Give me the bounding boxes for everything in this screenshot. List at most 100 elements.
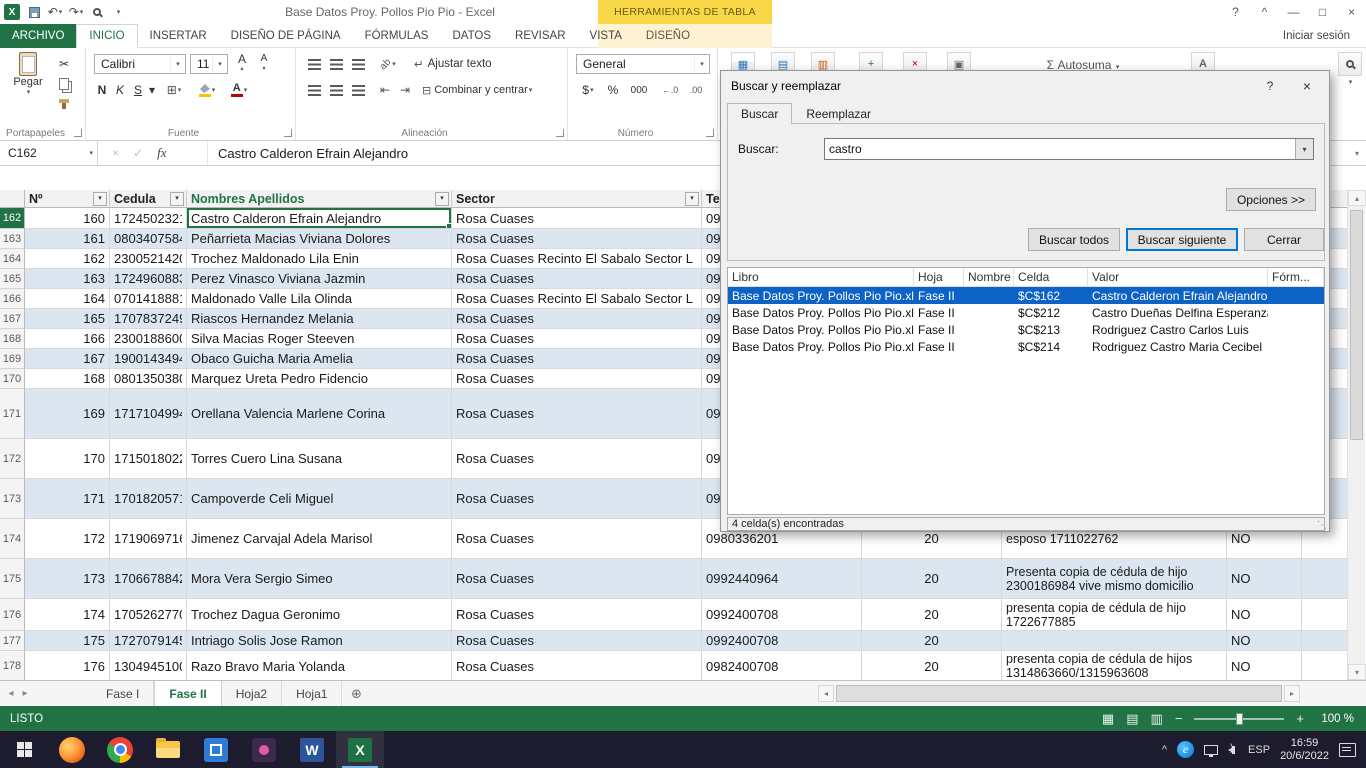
filter-dropdown-icon[interactable]: ▾ (435, 192, 449, 206)
taskbar-clock[interactable]: 16:59 20/6/2022 (1280, 737, 1329, 763)
wrap-text-button[interactable]: ↵Ajustar texto (414, 54, 554, 74)
increase-decimal-button[interactable]: ←.0 (658, 80, 682, 100)
language-indicator[interactable]: ESP (1248, 744, 1270, 756)
cell-sec-170[interactable]: Rosa Cuases (452, 369, 702, 389)
taskbar-file-explorer[interactable] (144, 731, 192, 768)
results-column-celda[interactable]: Celda (1014, 268, 1088, 286)
cell-no-175[interactable]: NO (1227, 559, 1302, 599)
show-hidden-icons-button[interactable]: ^ (1162, 744, 1167, 756)
cell-ced-171[interactable]: 1717104994 (110, 389, 187, 439)
cell-c20-178[interactable]: 20 (862, 651, 1002, 680)
dialog-help-button[interactable]: ? (1255, 71, 1285, 101)
sheet-tab-hoja1[interactable]: Hoja1 (282, 681, 342, 707)
fill-color-button[interactable]: ▾ (194, 80, 220, 100)
cell-n-163[interactable]: 161 (25, 229, 110, 249)
start-button[interactable] (0, 731, 48, 768)
cell-n-164[interactable]: 162 (25, 249, 110, 269)
cell-n-174[interactable]: 172 (25, 519, 110, 559)
cell-n-171[interactable]: 169 (25, 389, 110, 439)
results-column-libro[interactable]: Libro (728, 268, 914, 286)
copy-button[interactable] (54, 74, 74, 94)
zoom-slider-thumb[interactable] (1236, 713, 1243, 725)
row-header-164[interactable]: 164 (0, 249, 25, 269)
zoom-slider[interactable] (1194, 718, 1284, 720)
dialog-title-bar[interactable]: Buscar y reemplazar (721, 71, 1329, 101)
format-painter-button[interactable] (54, 94, 74, 114)
zoom-level[interactable]: 100 % (1316, 713, 1354, 725)
font-dialog-launcher[interactable] (284, 129, 292, 137)
scroll-left-icon[interactable]: ◂ (818, 685, 834, 702)
column-header-4[interactable]: Sector▾ (452, 190, 702, 208)
cell-obs-178[interactable]: presenta copia de cédula de hijos 131486… (1002, 651, 1227, 680)
insert-function-button[interactable]: fx (157, 145, 166, 161)
results-column-nombre[interactable]: Nombre (964, 268, 1014, 286)
clipboard-dialog-launcher[interactable] (74, 129, 82, 137)
cell-sec-174[interactable]: Rosa Cuases (452, 519, 702, 559)
page-layout-view-icon[interactable]: ▤ (1126, 711, 1138, 727)
cell-ced-166[interactable]: 0701418881 (110, 289, 187, 309)
cell-ced-167[interactable]: 1707837249 (110, 309, 187, 329)
decrease-decimal-button[interactable]: .00 (684, 80, 708, 100)
minimize-button[interactable]: — (1279, 0, 1308, 24)
dialog-close-icon[interactable]: × (1291, 71, 1323, 101)
grow-font-button[interactable]: A▴ (232, 54, 252, 74)
cell-sec-167[interactable]: Rosa Cuases (452, 309, 702, 329)
taskbar-chrome[interactable] (96, 731, 144, 768)
cell-c20-176[interactable]: 20 (862, 599, 1002, 631)
align-left-button[interactable] (304, 80, 324, 100)
align-bottom-button[interactable] (348, 54, 368, 74)
cell-sec-176[interactable]: Rosa Cuases (452, 599, 702, 631)
cell-nom-162[interactable]: Castro Calderon Efrain Alejandro (187, 208, 452, 229)
cell-c20-175[interactable]: 20 (862, 559, 1002, 599)
percent-format-button[interactable]: % (604, 80, 622, 100)
help-button[interactable]: ? (1221, 0, 1250, 24)
cell-sec-177[interactable]: Rosa Cuases (452, 631, 702, 651)
scroll-right-icon[interactable]: ▸ (1284, 685, 1300, 702)
find-all-button[interactable]: Buscar todos (1028, 228, 1120, 251)
normal-view-icon[interactable]: ▦ (1102, 711, 1114, 727)
cell-obs-177[interactable] (1002, 631, 1227, 651)
cell-nom-171[interactable]: Orellana Valencia Marlene Corina (187, 389, 452, 439)
cell-ced-162[interactable]: 1724502321 (110, 208, 187, 229)
cell-tel-176[interactable]: 0992400708 (702, 599, 862, 631)
cell-sec-172[interactable]: Rosa Cuases (452, 439, 702, 479)
row-header-170[interactable]: 170 (0, 369, 25, 389)
horizontal-scrollbar-thumb[interactable] (836, 685, 1282, 702)
tab-inicio[interactable]: INICIO (76, 24, 137, 48)
row-header-176[interactable]: 176 (0, 599, 25, 631)
cell-ced-176[interactable]: 1705262770 (110, 599, 187, 631)
increase-indent-button[interactable]: ⇥ (396, 80, 414, 100)
cell-n-165[interactable]: 163 (25, 269, 110, 289)
align-top-button[interactable] (304, 54, 324, 74)
options-button[interactable]: Opciones >> (1226, 188, 1316, 211)
currency-format-button[interactable]: $▾ (576, 80, 600, 100)
dialog-resize-grip[interactable]: ⋱ (1317, 520, 1327, 531)
find-next-button[interactable]: Buscar siguiente (1126, 228, 1238, 251)
combo-dropdown-icon[interactable]: ▾ (1295, 139, 1313, 159)
number-format-combo[interactable]: General▾ (576, 54, 710, 74)
close-dialog-button[interactable]: Cerrar (1244, 228, 1324, 251)
tab-archivo[interactable]: ARCHIVO (0, 24, 76, 48)
cell-nom-170[interactable]: Marquez Ureta Pedro Fidencio (187, 369, 452, 389)
cell-end-177[interactable] (1302, 631, 1348, 651)
cell-n-173[interactable]: 171 (25, 479, 110, 519)
align-right-button[interactable] (348, 80, 368, 100)
sheet-nav-left-icon[interactable]: ◂ (4, 681, 18, 707)
tab-buscar[interactable]: Buscar (727, 103, 792, 125)
row-header-173[interactable]: 173 (0, 479, 25, 519)
ribbon-display-options-button[interactable]: ^ (1250, 0, 1279, 24)
result-row-3[interactable]: Base Datos Proy. Pollos Pio Pio.xlsxFase… (728, 321, 1324, 338)
cell-n-172[interactable]: 170 (25, 439, 110, 479)
row-header-178[interactable]: 178 (0, 651, 25, 680)
results-column-hoja[interactable]: Hoja (914, 268, 964, 286)
row-header-166[interactable]: 166 (0, 289, 25, 309)
column-header-1[interactable]: Nº▾ (25, 190, 110, 208)
cell-nom-167[interactable]: Riascos Hernandez Melania (187, 309, 452, 329)
comma-format-button[interactable]: 000 (626, 80, 652, 100)
cell-ced-165[interactable]: 1724960883 (110, 269, 187, 289)
cell-end-178[interactable] (1302, 651, 1348, 680)
cell-ced-168[interactable]: 2300188600 (110, 329, 187, 349)
page-break-view-icon[interactable]: ▥ (1151, 711, 1163, 727)
scroll-up-icon[interactable]: ▴ (1348, 190, 1366, 206)
cell-nom-169[interactable]: Obaco Guicha Maria Amelia (187, 349, 452, 369)
